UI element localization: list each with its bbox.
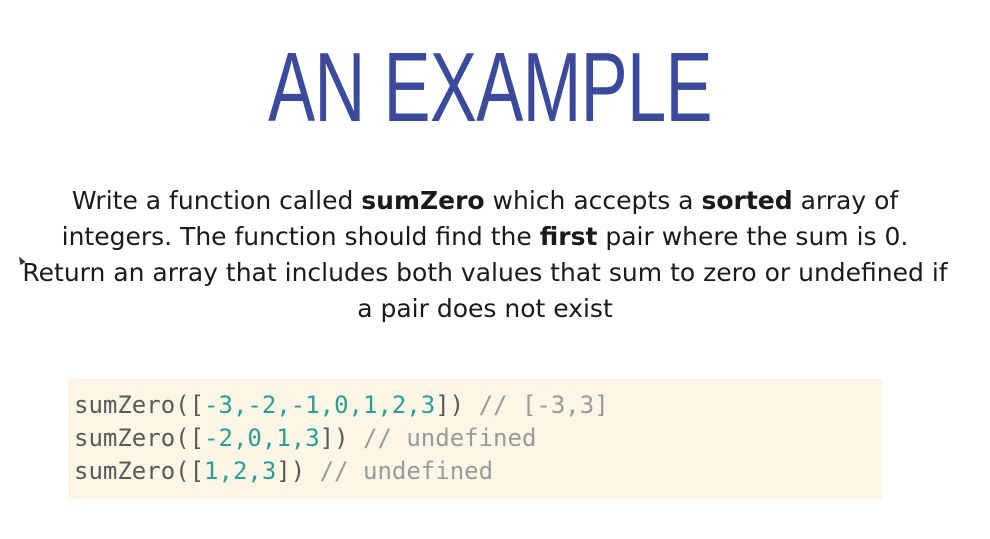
code-line-2: sumZero([-2,0,1,3]) // undefined: [74, 422, 882, 455]
slide: AN EXAMPLE Write a function called sumZe…: [0, 0, 990, 539]
code-comment: // [-3,3]: [478, 391, 609, 419]
code-args: 1,2,3: [204, 457, 277, 485]
desc-text-2: which accepts a: [484, 186, 702, 215]
desc-bold-sorted: sorted: [701, 186, 793, 215]
code-call-close: ]): [319, 424, 363, 452]
code-comment: // undefined: [319, 457, 494, 485]
desc-bold-first: first: [539, 222, 598, 251]
code-call-close: ]): [276, 457, 320, 485]
code-comment: // undefined: [363, 424, 537, 452]
desc-text-1: Write a function called: [71, 186, 362, 215]
code-line-1: sumZero([-3,-2,-1,0,1,2,3]) // [-3,3]: [74, 389, 882, 422]
desc-bold-function-name: sumZero: [361, 186, 485, 215]
code-example-block: sumZero([-3,-2,-1,0,1,2,3]) // [-3,3] su…: [68, 379, 882, 499]
code-line-3: sumZero([1,2,3]) // undefined: [74, 455, 882, 488]
code-call-open: sumZero([: [74, 424, 205, 452]
code-call-open: sumZero([: [74, 457, 205, 485]
code-call-close: ]): [435, 391, 479, 419]
code-args: -2,0,1,3: [204, 424, 320, 452]
code-call-open: sumZero([: [74, 391, 205, 419]
code-args: -3,-2,-1,0,1,2,3: [204, 391, 436, 419]
slide-title: AN EXAMPLE: [268, 32, 712, 142]
problem-description: Write a function called sumZero which ac…: [20, 183, 950, 327]
